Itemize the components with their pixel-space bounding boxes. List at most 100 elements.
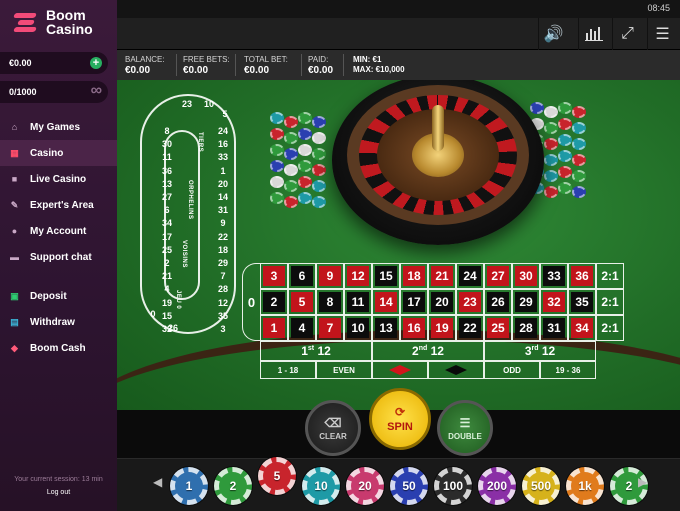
number-cell-6[interactable]: 6: [288, 263, 316, 289]
racetrack-number-33[interactable]: 33: [213, 151, 233, 163]
chip-1k[interactable]: 1k: [566, 467, 604, 505]
number-cell-18[interactable]: 18: [400, 263, 428, 289]
number-cell-22[interactable]: 22: [456, 315, 484, 341]
number-cell-32[interactable]: 32: [540, 289, 568, 315]
high-bet[interactable]: 19 - 36: [540, 361, 596, 379]
number-cell-17[interactable]: 17: [400, 289, 428, 315]
chip-scroll-right-icon[interactable]: ▶: [638, 475, 647, 489]
number-cell-31[interactable]: 31: [540, 315, 568, 341]
nav-deposit[interactable]: ▣ Deposit: [0, 283, 117, 309]
number-cell-13[interactable]: 13: [372, 315, 400, 341]
chip-200[interactable]: 200: [478, 467, 516, 505]
voisins-section[interactable]: VOISINS: [181, 240, 187, 268]
brand-logo[interactable]: Boom Casino: [13, 8, 93, 36]
chip-100[interactable]: 100: [434, 467, 472, 505]
logout-link[interactable]: Log out: [0, 489, 117, 496]
dozen-3[interactable]: 3rd 12: [484, 341, 596, 361]
number-cell-12[interactable]: 12: [344, 263, 372, 289]
number-cell-14[interactable]: 14: [372, 289, 400, 315]
sound-icon[interactable]: 🔊: [538, 18, 568, 50]
number-cell-8[interactable]: 8: [316, 289, 344, 315]
number-cell-23[interactable]: 23: [456, 289, 484, 315]
nav-my-games[interactable]: ⌂ My Games: [0, 114, 117, 140]
nav-my-account[interactable]: ● My Account: [0, 218, 117, 244]
number-cell-15[interactable]: 15: [372, 263, 400, 289]
racetrack-number-18[interactable]: 18: [213, 244, 233, 256]
nav-boom-cash[interactable]: ◆ Boom Cash: [0, 335, 117, 361]
black-bet[interactable]: [428, 361, 484, 379]
fullscreen-icon[interactable]: ⤢: [612, 18, 642, 50]
column-bet-top[interactable]: 2:1: [596, 263, 624, 289]
double-button[interactable]: ☰ DOUBLE: [437, 400, 493, 456]
number-cell-16[interactable]: 16: [400, 315, 428, 341]
number-cell-11[interactable]: 11: [344, 289, 372, 315]
racetrack-number-9[interactable]: 9: [213, 217, 233, 229]
number-cell-34[interactable]: 34: [568, 315, 596, 341]
number-cell-5[interactable]: 5: [288, 289, 316, 315]
racetrack-number-0[interactable]: 0: [143, 308, 163, 320]
add-funds-icon[interactable]: +: [90, 57, 102, 69]
number-cell-3[interactable]: 3: [260, 263, 288, 289]
number-cell-21[interactable]: 21: [428, 263, 456, 289]
racetrack-number-3[interactable]: 3: [213, 323, 233, 335]
racetrack-number-7[interactable]: 7: [213, 270, 233, 282]
racetrack-number-36[interactable]: 36: [157, 165, 177, 177]
chip-2[interactable]: 2: [214, 467, 252, 505]
nav-experts-area[interactable]: ✎ Expert's Area: [0, 192, 117, 218]
racetrack-number-26[interactable]: 26: [163, 322, 183, 334]
clear-button[interactable]: ⌫ CLEAR: [305, 400, 361, 456]
chip-scroll-left-icon[interactable]: ◀: [153, 475, 162, 489]
racetrack-number-14[interactable]: 14: [213, 191, 233, 203]
racetrack-number-1[interactable]: 1: [213, 165, 233, 177]
column-bet-middle[interactable]: 2:1: [596, 289, 624, 315]
number-cell-7[interactable]: 7: [316, 315, 344, 341]
number-cell-24[interactable]: 24: [456, 263, 484, 289]
nav-withdraw[interactable]: ▤ Withdraw: [0, 309, 117, 335]
racetrack-number-31[interactable]: 31: [213, 204, 233, 216]
racetrack-number-28[interactable]: 28: [213, 283, 233, 295]
chip-50[interactable]: 50: [390, 467, 428, 505]
racetrack-number-4[interactable]: 4: [157, 283, 177, 295]
number-cell-28[interactable]: 28: [512, 315, 540, 341]
racetrack-number-12[interactable]: 12: [213, 297, 233, 309]
nav-live-casino[interactable]: ■ Live Casino: [0, 166, 117, 192]
number-cell-33[interactable]: 33: [540, 263, 568, 289]
number-cell-35[interactable]: 35: [568, 289, 596, 315]
racetrack-number-34[interactable]: 34: [157, 217, 177, 229]
number-cell-30[interactable]: 30: [512, 263, 540, 289]
odd-bet[interactable]: ODD: [484, 361, 540, 379]
racetrack-number-8[interactable]: 8: [157, 125, 177, 137]
jeu0-section[interactable]: JEU 0: [175, 290, 181, 309]
racetrack-number-19[interactable]: 19: [157, 297, 177, 309]
racetrack-number-25[interactable]: 25: [157, 244, 177, 256]
number-cell-19[interactable]: 19: [428, 315, 456, 341]
menu-icon[interactable]: ☰: [647, 18, 677, 50]
tiers-section[interactable]: TIERS: [197, 132, 203, 152]
number-cell-29[interactable]: 29: [512, 289, 540, 315]
racetrack-number-2[interactable]: 2: [157, 257, 177, 269]
racetrack-number-30[interactable]: 30: [157, 138, 177, 150]
number-cell-26[interactable]: 26: [484, 289, 512, 315]
chip-20[interactable]: 20: [346, 467, 384, 505]
number-cell-27[interactable]: 27: [484, 263, 512, 289]
number-cell-36[interactable]: 36: [568, 263, 596, 289]
number-cell-1[interactable]: 1: [260, 315, 288, 341]
low-bet[interactable]: 1 - 18: [260, 361, 316, 379]
column-bet-bottom[interactable]: 2:1: [596, 315, 624, 341]
zero-cell[interactable]: 0: [242, 263, 260, 341]
racetrack-number-29[interactable]: 29: [213, 257, 233, 269]
chip-5[interactable]: 5: [258, 457, 296, 495]
racetrack-number-35[interactable]: 35: [213, 310, 233, 322]
number-cell-4[interactable]: 4: [288, 315, 316, 341]
even-bet[interactable]: EVEN: [316, 361, 372, 379]
chip-1[interactable]: 1: [170, 467, 208, 505]
racetrack-number-16[interactable]: 16: [213, 138, 233, 150]
orphelins-section[interactable]: ORPHELINS: [187, 180, 193, 220]
racetrack-number-21[interactable]: 21: [157, 270, 177, 282]
stats-icon[interactable]: [578, 18, 608, 50]
racetrack-number-24[interactable]: 24: [213, 125, 233, 137]
number-cell-2[interactable]: 2: [260, 289, 288, 315]
red-bet[interactable]: [372, 361, 428, 379]
racetrack-number-27[interactable]: 27: [157, 191, 177, 203]
nav-casino[interactable]: ▦ Casino: [0, 140, 117, 166]
